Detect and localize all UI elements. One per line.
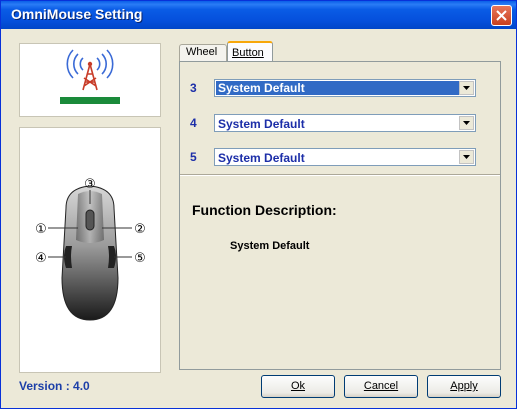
dropdown-button[interactable]: [459, 150, 474, 164]
mouse-label-5: ⑤: [134, 251, 146, 266]
tab-wheel-label: Wheel: [186, 46, 218, 58]
combo-value: System Default: [218, 151, 305, 165]
mouse-label-3: ③: [84, 177, 96, 192]
button-number: 5: [190, 150, 197, 164]
dropdown-arrow-icon: [463, 155, 470, 159]
button-number: 3: [190, 81, 197, 95]
ok-button[interactable]: Ok: [261, 375, 335, 398]
window-title: OmniMouse Setting: [11, 6, 143, 22]
combo-value: System Default: [218, 117, 305, 131]
mouse-label-1: ①: [35, 222, 47, 237]
button-5-select[interactable]: System Default: [214, 148, 476, 166]
dropdown-button[interactable]: [459, 81, 474, 95]
wireless-antenna-icon: [60, 49, 120, 104]
button-3-select[interactable]: System Default: [214, 79, 476, 97]
apply-button[interactable]: Apply: [427, 375, 501, 398]
function-description-title: Function Description:: [192, 202, 337, 218]
mouse-diagram-panel: ③ ① ② ④ ⑤: [19, 127, 161, 373]
omnimouse-window: OmniMouse Setting ③ ① ② ④ ⑤ Version: 4.…: [0, 0, 517, 409]
dropdown-button[interactable]: [459, 116, 474, 130]
dropdown-arrow-icon: [463, 121, 470, 125]
mouse-label-2: ②: [134, 222, 146, 237]
cancel-button[interactable]: Cancel: [344, 375, 418, 398]
dropdown-arrow-icon: [463, 86, 470, 90]
cancel-button-label: Cancel: [363, 380, 399, 392]
logo-panel: [19, 43, 161, 117]
mouse-label-4: ④: [35, 251, 47, 266]
function-description-text: System Default: [230, 240, 310, 252]
close-icon: [496, 10, 507, 21]
combo-value: System Default: [216, 81, 460, 95]
version-label: Version : 4.0: [19, 379, 90, 393]
panel-divider: [180, 174, 500, 176]
button-tab-panel: 3 System Default 4 System Default 5 Syst…: [179, 61, 501, 370]
apply-button-label: Apply: [450, 380, 478, 392]
close-button[interactable]: [491, 5, 512, 26]
ok-button-label: Ok: [290, 380, 306, 392]
button-4-select[interactable]: System Default: [214, 114, 476, 132]
tab-wheel[interactable]: Wheel: [179, 44, 227, 61]
button-number: 4: [190, 116, 197, 130]
mouse-diagram: ③ ① ② ④ ⑤: [35, 177, 146, 321]
tab-button-label: Button: [232, 47, 264, 59]
title-bar[interactable]: OmniMouse Setting: [1, 1, 516, 29]
tab-button[interactable]: Button: [227, 41, 273, 61]
